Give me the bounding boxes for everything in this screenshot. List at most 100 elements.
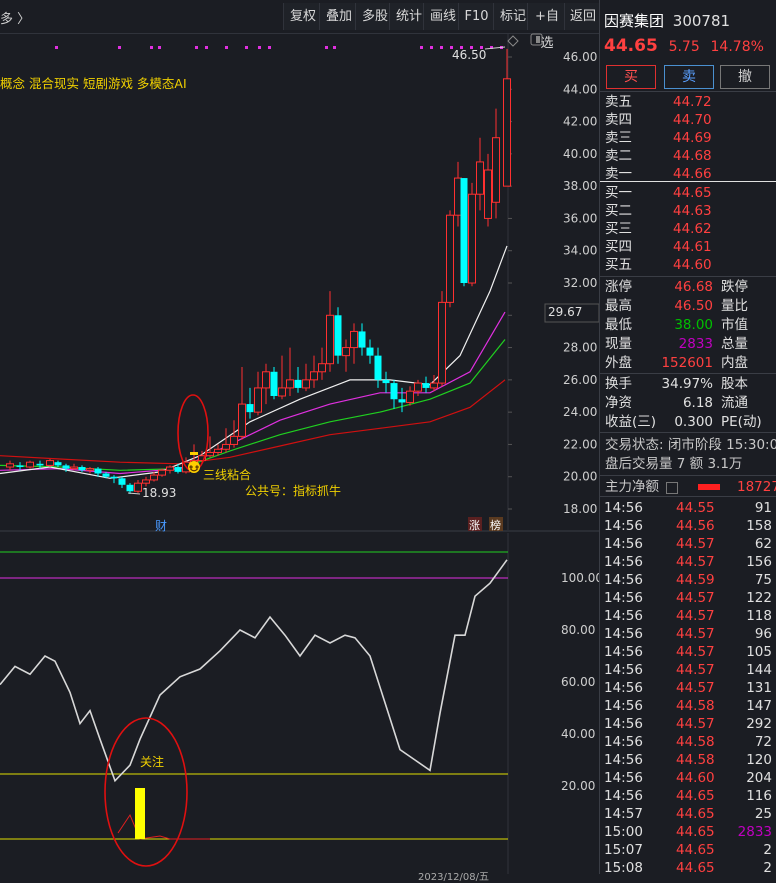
tick-volume: 91 [754,500,772,516]
candle-body-up [484,169,492,219]
signal-dot [225,46,228,49]
restore-rights-button[interactable]: 复权 [283,3,322,30]
stock-code: 300781 [672,12,731,30]
period-selector[interactable]: 多 〉 [0,8,30,27]
candle-body-up [70,466,78,470]
trade-status: 交易状态: 闭市阶段 15:30:03 [605,437,776,453]
candle-body-up [414,382,422,392]
tick-time: 14:56 [604,752,643,768]
chart-area[interactable]: 46.00 44.00 42.00 40.00 38.00 36.00 34.00 32.00… [0,33,599,883]
tick-row: 14:56 44.55 91 [604,499,776,517]
stock-header: 因赛集团 300781 [604,10,730,31]
tick-volume: 25 [754,806,772,822]
after-hours-volume: 盘后交易量 7 额 3.1万 [605,456,743,472]
tick-price: 44.58 [676,734,715,750]
quote-value: 34.97% [661,376,713,392]
order-label: 卖三 [605,130,632,146]
tick-time: 14:56 [604,626,643,642]
order-price: 44.65 [673,185,712,201]
candle-body-up [142,479,150,484]
tick-volume: 292 [746,716,772,732]
tick-volume: 122 [746,590,772,606]
tick-time: 14:56 [604,770,643,786]
price-tick: 22.00 [563,437,597,451]
ask-row[interactable]: 卖二 44.68 [605,147,712,165]
candle-body-down [126,484,134,492]
tick-price: 44.65 [676,788,715,804]
zhang-marker[interactable]: 涨 [469,517,480,533]
add-watchlist-button[interactable]: +自选 [527,3,566,51]
draw-line-button[interactable]: 画线 [423,3,462,30]
attention-circle [104,717,188,867]
candle-body-up [342,347,350,357]
bid-row[interactable]: 买四 44.61 [605,238,712,256]
price-tick: 44.00 [563,82,597,96]
bid-row[interactable]: 买二 44.63 [605,202,712,220]
tick-time: 14:56 [604,590,643,606]
candle-body-up [406,390,414,403]
osc-tick: 60.00 [561,675,595,689]
tick-price: 44.57 [676,626,715,642]
order-price: 44.61 [673,239,712,255]
order-price: 44.63 [673,203,712,219]
ask-row[interactable]: 卖四 44.70 [605,111,712,129]
tick-volume: 2833 [737,824,772,840]
tick-volume: 144 [746,662,772,678]
overlay-button[interactable]: 叠加 [319,3,358,30]
order-label: 卖五 [605,94,632,110]
signal-dot [333,46,336,49]
order-label: 卖四 [605,112,632,128]
tick-volume: 2 [763,860,772,876]
bid-row[interactable]: 买三 44.62 [605,220,712,238]
kline-chart[interactable]: 46.00 44.00 42.00 40.00 38.00 36.00 34.00 32.00… [0,33,599,874]
f10-button[interactable]: F10 [458,3,494,30]
tick-volume: 131 [746,680,772,696]
flow-table-icon[interactable] [666,482,678,494]
tick-price: 44.59 [676,572,715,588]
oscillator-line [0,559,508,783]
order-label: 买五 [605,257,632,273]
quote-label: 涨停 [605,279,632,295]
tick-time: 14:56 [604,698,643,714]
price-tick: 42.00 [563,115,597,129]
candle-body-up [166,466,174,471]
candle-body-up [302,379,310,389]
tick-price: 44.58 [676,752,715,768]
candle-body-up [454,177,462,216]
attention-label: 关注 [140,755,165,769]
back-button[interactable]: 返回 [564,3,601,30]
ask-row[interactable]: 卖五 44.72 [605,93,712,111]
candle-body-down [78,467,86,471]
quote-row: 换手 34.97% 股本 [605,375,748,393]
signal-dot [268,46,271,49]
quote-value: 46.50 [674,298,713,314]
tick-time: 15:08 [604,860,643,876]
signal-dot [55,46,58,49]
signal-dot [195,46,198,49]
bang-marker[interactable]: 榜 [490,517,501,533]
high-price-label: 46.50 [452,48,487,62]
order-label: 买三 [605,221,632,237]
quote-row: 外盘 152601 内盘 [605,354,748,372]
sell-button[interactable]: 卖 [664,65,714,89]
signal-dot [245,46,248,49]
candle-body-up [286,379,294,389]
candle-body-down [334,315,342,356]
order-label: 买一 [605,185,632,201]
candle-body-down [16,465,24,468]
finance-marker[interactable]: 财 [155,517,167,534]
candle-body-down [366,347,374,356]
tick-time: 14:56 [604,788,643,804]
bid-row[interactable]: 买一 44.65 [605,184,712,202]
tick-price: 44.57 [676,716,715,732]
tick-price: 44.57 [676,662,715,678]
quote-value: 2833 [678,336,713,352]
order-label: 买四 [605,239,632,255]
tick-row: 14:56 44.65 116 [604,787,776,805]
candle-body-up [254,387,262,413]
bid-row[interactable]: 买五 44.60 [605,256,712,274]
ask-row[interactable]: 卖三 44.69 [605,129,712,147]
cancel-button[interactable]: 撤 [720,65,770,89]
candle-body-down [94,468,102,474]
buy-button[interactable]: 买 [606,65,656,89]
